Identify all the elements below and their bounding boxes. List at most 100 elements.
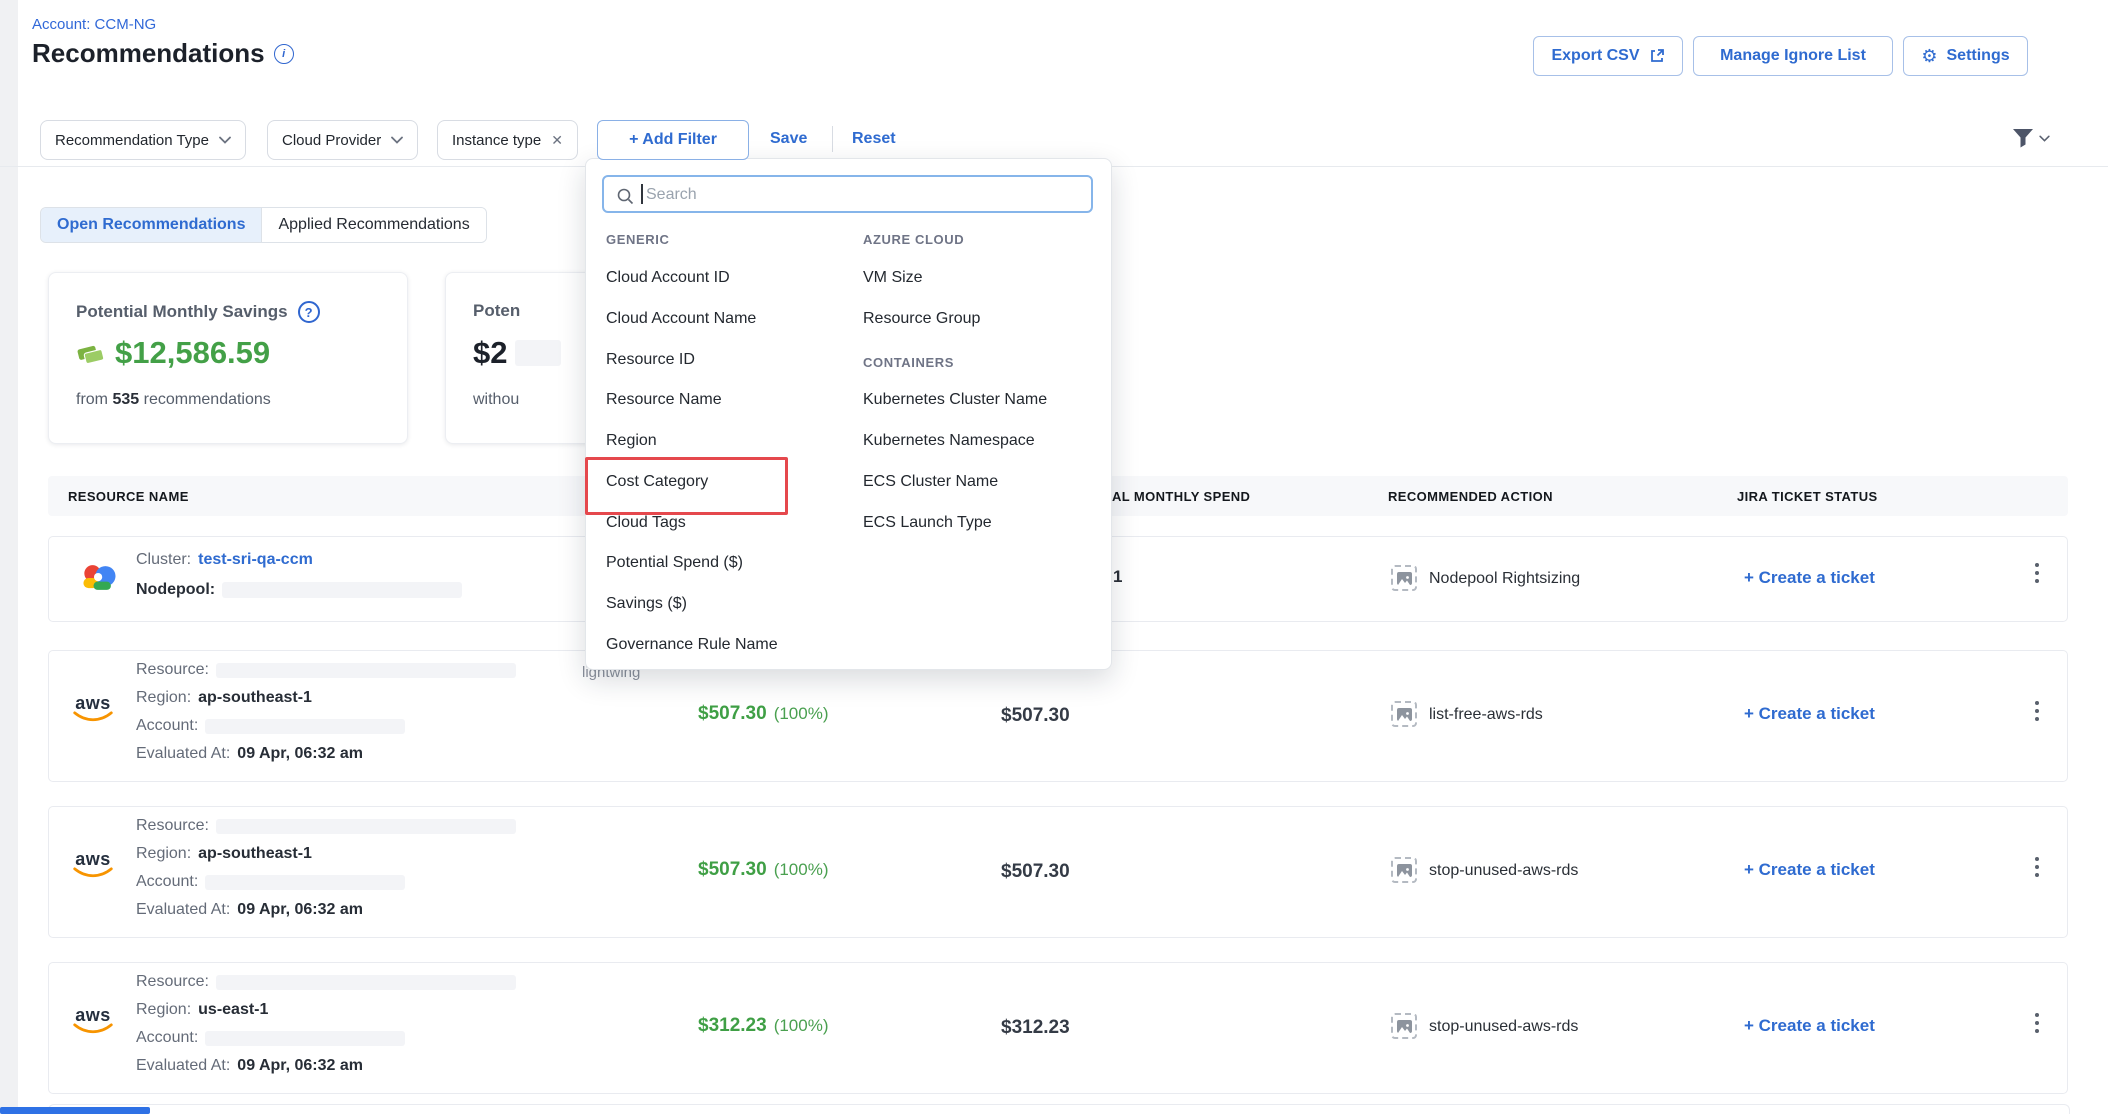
- account-label: Account:: [136, 717, 198, 735]
- region-label: Region:: [136, 1001, 191, 1019]
- remove-chip-icon[interactable]: ✕: [551, 132, 563, 149]
- external-link-icon: [1649, 48, 1665, 64]
- region-value: us-east-1: [198, 1001, 268, 1019]
- filter-option-governance-rule-name[interactable]: Governance Rule Name: [606, 636, 778, 654]
- filter-option-resource-group[interactable]: Resource Group: [863, 310, 980, 328]
- resource-label: Resource:: [136, 973, 209, 991]
- resource-label: Resource:: [136, 661, 209, 679]
- settings-button[interactable]: ⚙ Settings: [1903, 36, 2028, 76]
- filter-option-vm-size[interactable]: VM Size: [863, 269, 923, 287]
- next-row-partial: [48, 1104, 2070, 1114]
- cluster-label: Cluster:: [136, 551, 191, 569]
- evaluated-at-label: Evaluated At:: [136, 745, 230, 763]
- filter-section-generic: GENERIC: [606, 232, 669, 247]
- row-menu-kebab[interactable]: [2031, 1009, 2043, 1037]
- filter-option-cloud-tags[interactable]: Cloud Tags: [606, 514, 686, 532]
- info-icon[interactable]: i: [274, 44, 294, 64]
- manage-ignore-list-label: Manage Ignore List: [1720, 47, 1866, 65]
- manage-ignore-list-button[interactable]: Manage Ignore List: [1693, 36, 1893, 76]
- filter-option-region[interactable]: Region: [606, 432, 657, 450]
- filter-search-input[interactable]: [644, 178, 1088, 212]
- region-label: Region:: [136, 689, 191, 707]
- text-cursor: [641, 184, 643, 204]
- add-filter-button[interactable]: + Add Filter: [597, 120, 749, 160]
- savings-percent: (100%): [774, 860, 829, 880]
- evaluated-at-label: Evaluated At:: [136, 901, 230, 919]
- aws-logo-icon: aws: [71, 695, 115, 722]
- tab-applied-recommendations[interactable]: Applied Recommendations: [261, 208, 485, 242]
- reset-filter-button[interactable]: Reset: [852, 130, 896, 148]
- page-title-row: Recommendations i: [32, 38, 294, 69]
- filter-chip-cloud-provider[interactable]: Cloud Provider: [267, 120, 418, 160]
- left-gutter: [0, 0, 18, 1114]
- filter-option-resource-name[interactable]: Resource Name: [606, 391, 722, 409]
- savings-card-title: Potential Monthly Savings: [76, 302, 288, 322]
- evaluated-at-value: 09 Apr, 06:32 am: [237, 745, 363, 763]
- search-icon: [616, 187, 634, 205]
- aws-logo-icon: aws: [71, 851, 115, 878]
- filter-option-kubernetes-namespace[interactable]: Kubernetes Namespace: [863, 432, 1035, 450]
- filter-option-cloud-account-name[interactable]: Cloud Account Name: [606, 310, 756, 328]
- redacted-value: [205, 1031, 405, 1046]
- filter-chip-instance-type[interactable]: Instance type ✕: [437, 120, 578, 160]
- breadcrumb[interactable]: Account: CCM-NG: [32, 16, 156, 33]
- create-ticket-link[interactable]: + Create a ticket: [1744, 704, 1875, 724]
- aws-logo-icon: aws: [71, 1007, 115, 1034]
- recommended-action-label: stop-unused-aws-rds: [1429, 1018, 1578, 1036]
- monthly-savings-value: $507.30: [698, 859, 767, 881]
- save-filter-button[interactable]: Save: [770, 130, 807, 148]
- recommendations-page: Account: CCM-NG Recommendations i Export…: [0, 0, 2108, 1114]
- column-resource-name[interactable]: RESOURCE NAME: [68, 489, 189, 504]
- column-monthly-spend[interactable]: AL MONTHLY SPEND: [1112, 489, 1250, 504]
- evaluated-at-label: Evaluated At:: [136, 1057, 230, 1075]
- monthly-spend-fragment: 1: [1113, 567, 1122, 587]
- scrollbar-fragment[interactable]: [0, 1107, 150, 1114]
- gear-icon: ⚙: [1921, 46, 1937, 67]
- recommended-action-label: list-free-aws-rds: [1429, 706, 1543, 724]
- help-icon[interactable]: ?: [298, 301, 320, 323]
- savings-percent: (100%): [774, 1016, 829, 1036]
- filter-funnel-button[interactable]: [2012, 128, 2050, 148]
- filter-option-resource-id[interactable]: Resource ID: [606, 351, 695, 369]
- filter-chip-recommendation-type[interactable]: Recommendation Type: [40, 120, 246, 160]
- column-jira-ticket-status[interactable]: JIRA TICKET STATUS: [1737, 489, 1878, 504]
- row-menu-kebab[interactable]: [2031, 853, 2043, 881]
- spend-card-title-fragment: Poten: [473, 301, 520, 321]
- money-icon: [76, 341, 106, 365]
- settings-label: Settings: [1947, 47, 2010, 65]
- evaluated-at-value: 09 Apr, 06:32 am: [237, 901, 363, 919]
- filter-option-ecs-cluster-name[interactable]: ECS Cluster Name: [863, 473, 998, 491]
- export-csv-button[interactable]: Export CSV: [1533, 36, 1683, 76]
- region-value: ap-southeast-1: [198, 689, 312, 707]
- table-row[interactable]: aws Resource: Region: us-east-1 Account:…: [48, 962, 2068, 1094]
- savings-percent: (100%): [774, 704, 829, 724]
- filter-option-cloud-account-id[interactable]: Cloud Account ID: [606, 269, 730, 287]
- monthly-savings-value: $312.23: [698, 1015, 767, 1037]
- chip-label: Instance type: [452, 132, 541, 149]
- row-menu-kebab[interactable]: [2031, 559, 2043, 587]
- create-ticket-link[interactable]: + Create a ticket: [1744, 1016, 1875, 1036]
- redacted-value: [216, 663, 516, 678]
- column-recommended-action[interactable]: RECOMMENDED ACTION: [1388, 489, 1553, 504]
- filter-option-savings[interactable]: Savings ($): [606, 595, 687, 613]
- account-label: Account:: [136, 1029, 198, 1047]
- filter-option-kubernetes-cluster-name[interactable]: Kubernetes Cluster Name: [863, 391, 1047, 409]
- cluster-link[interactable]: test-sri-qa-ccm: [198, 551, 313, 569]
- chip-label: Cloud Provider: [282, 132, 381, 149]
- spend-subtitle-fragment: withou: [473, 391, 519, 408]
- table-row[interactable]: aws Resource: Region: ap-southeast-1 Acc…: [48, 806, 2068, 938]
- create-ticket-link[interactable]: + Create a ticket: [1744, 860, 1875, 880]
- redacted-value: [205, 719, 405, 734]
- filter-option-ecs-launch-type[interactable]: ECS Launch Type: [863, 514, 992, 532]
- region-value: ap-southeast-1: [198, 845, 312, 863]
- create-ticket-link[interactable]: + Create a ticket: [1744, 568, 1875, 588]
- chevron-down-icon: [219, 136, 231, 144]
- recommendations-tabs: Open Recommendations Applied Recommendat…: [40, 207, 487, 243]
- tab-open-recommendations[interactable]: Open Recommendations: [41, 208, 261, 242]
- monthly-savings-value: $507.30: [698, 703, 767, 725]
- page-title: Recommendations: [32, 38, 265, 69]
- row-menu-kebab[interactable]: [2031, 697, 2043, 725]
- filter-option-potential-spend[interactable]: Potential Spend ($): [606, 554, 743, 572]
- redacted-value: [216, 819, 516, 834]
- recommendation-image-placeholder-icon: [1391, 1013, 1417, 1039]
